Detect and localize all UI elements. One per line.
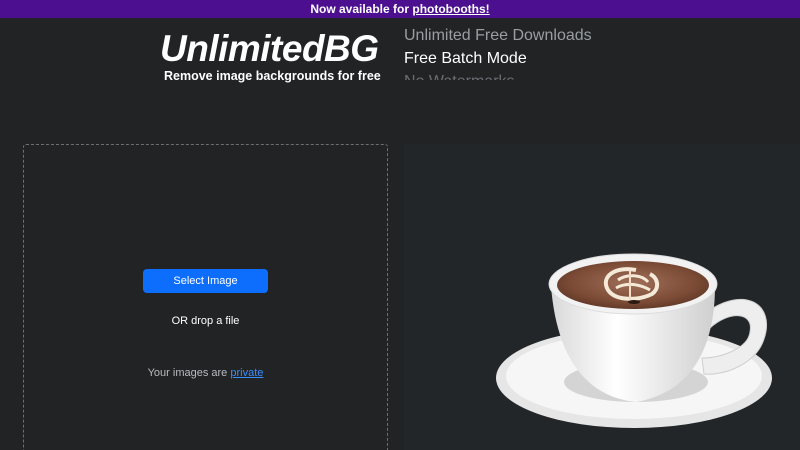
feature-rotator: Unlimited Free Downloads Free Batch Mode…: [404, 24, 664, 80]
banner-text: Now available for: [310, 2, 413, 16]
coffee-cup-image: [496, 253, 772, 428]
drop-file-text: OR drop a file: [171, 315, 240, 327]
private-link[interactable]: private: [230, 367, 263, 379]
privacy-text: Your images are: [147, 367, 231, 379]
photobooths-link[interactable]: photobooths!: [412, 2, 489, 16]
feature-item: Free Batch Mode: [404, 50, 527, 67]
logo[interactable]: UnlimitedBG: [160, 28, 379, 70]
preview-area: [404, 144, 800, 450]
drop-zone[interactable]: [23, 144, 388, 450]
privacy-note: Your images are private: [23, 367, 388, 379]
feature-item: Unlimited Free Downloads: [404, 27, 592, 44]
tagline: Remove image backgrounds for free: [164, 69, 381, 83]
select-image-button[interactable]: Select Image: [143, 269, 268, 293]
promo-banner: Now available for photobooths!: [0, 0, 800, 18]
feature-item: No Watermarks: [404, 70, 664, 80]
